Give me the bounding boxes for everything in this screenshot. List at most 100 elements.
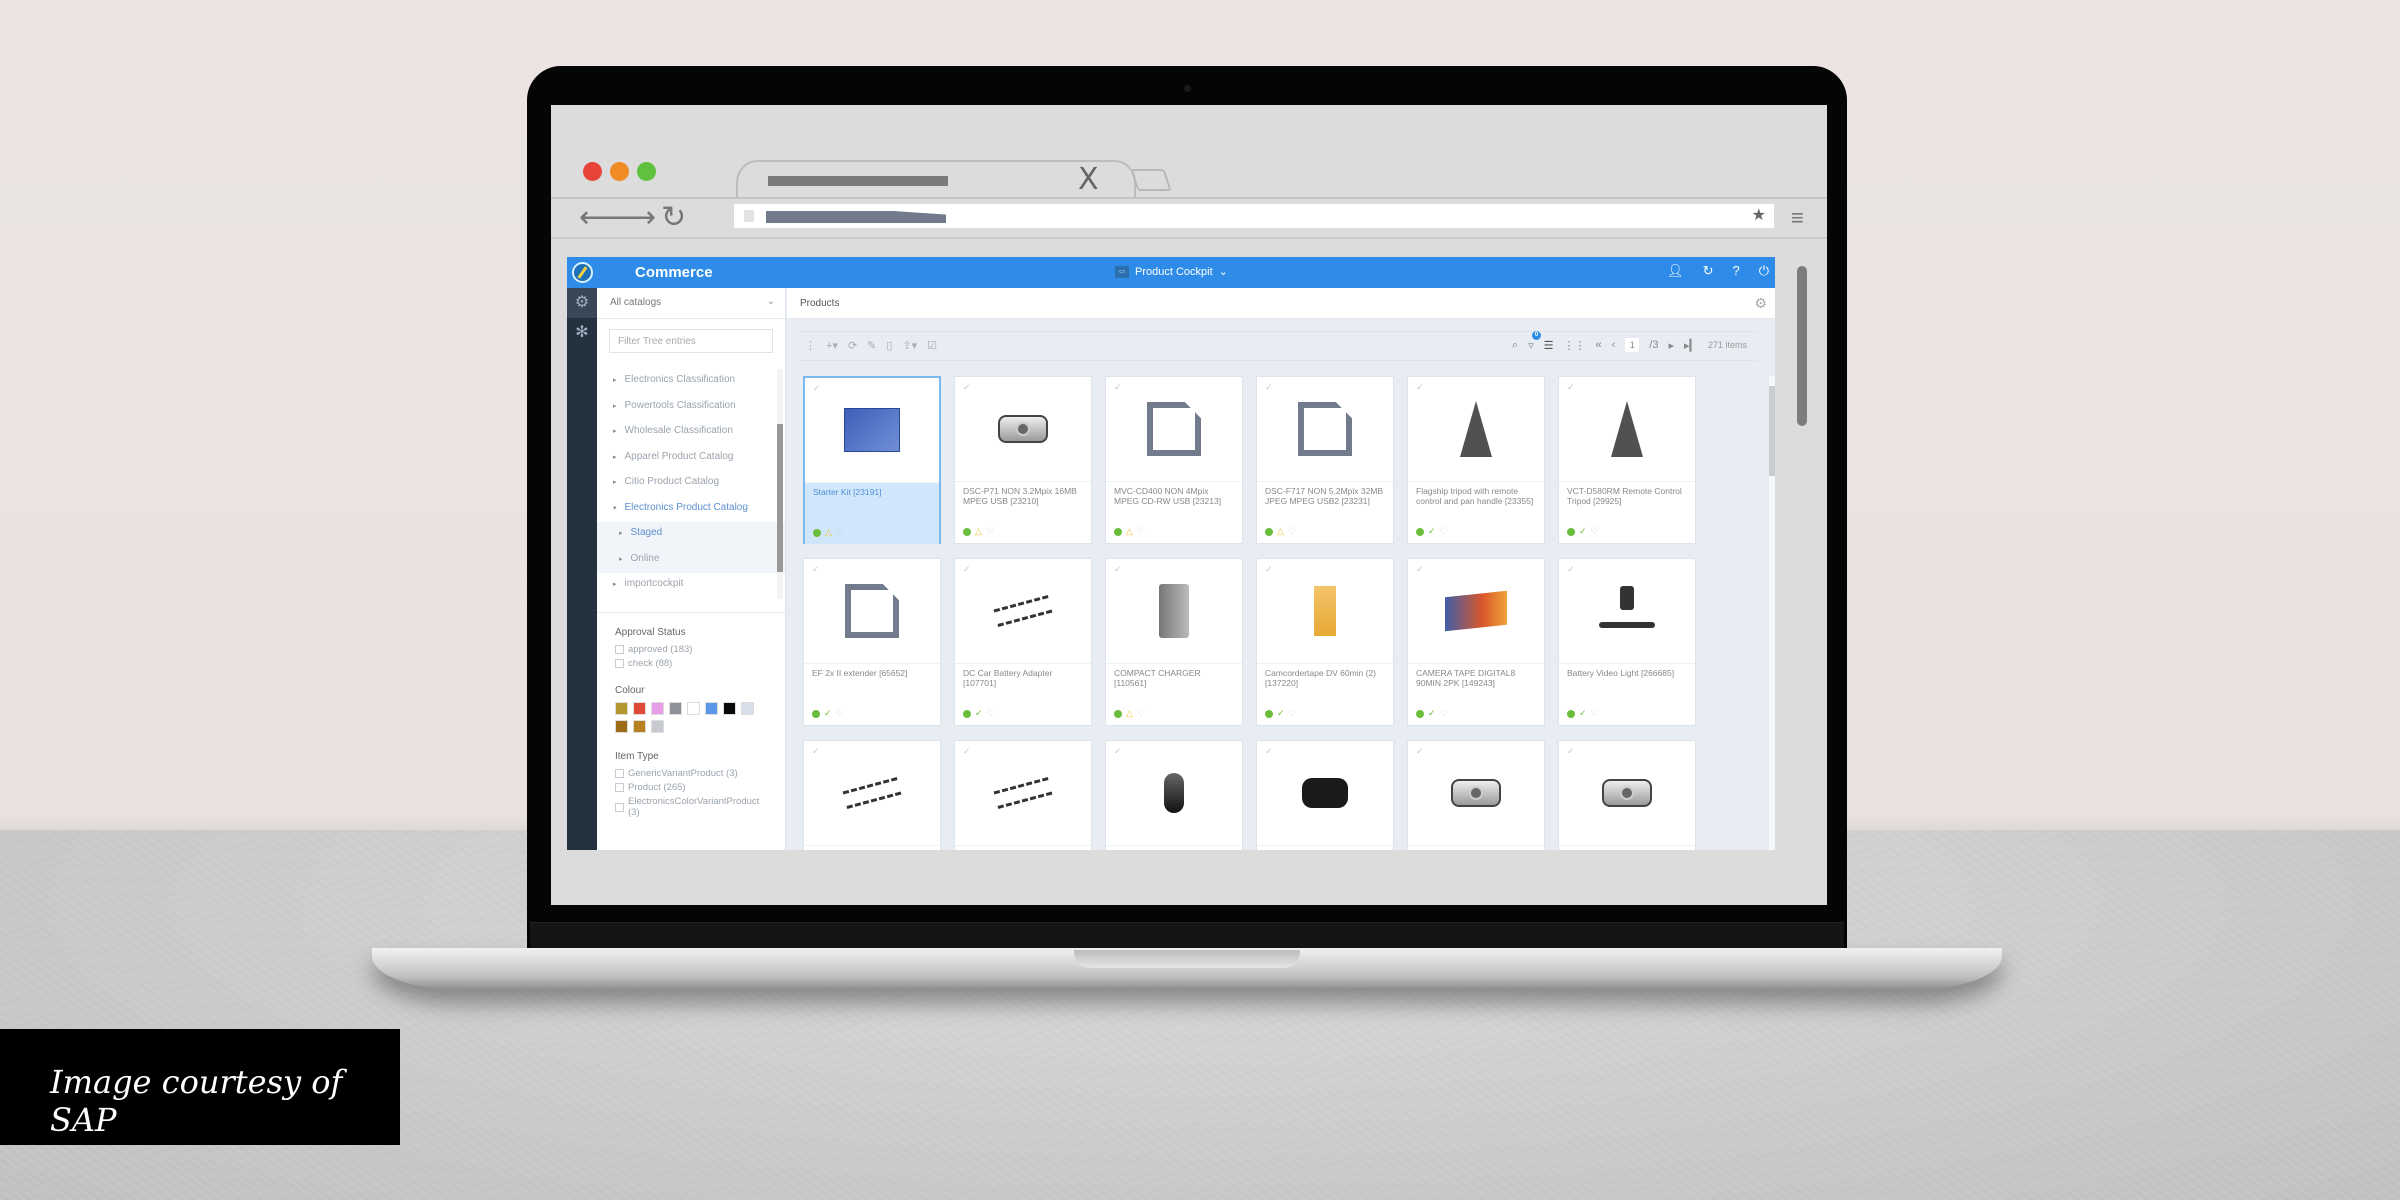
select-checkmark-icon[interactable]: ✓: [1567, 564, 1575, 575]
clone-icon[interactable]: ⟳: [848, 339, 857, 352]
tree-item[interactable]: ▸ Powertools Classification: [597, 395, 785, 421]
caret-right-icon[interactable]: ▸: [619, 527, 623, 548]
facet-option[interactable]: check (88): [615, 658, 767, 669]
tree-item[interactable]: ▸ importcockpit: [597, 573, 785, 599]
filter-button[interactable]: ▿ 0: [1528, 330, 1542, 352]
facet-option[interactable]: GenericVariantProduct (3): [615, 768, 767, 779]
explorer-icon[interactable]: ⚙: [567, 288, 597, 318]
approve-icon[interactable]: ☑: [927, 339, 937, 352]
checkbox[interactable]: [615, 659, 624, 668]
select-checkmark-icon[interactable]: ✓: [1114, 746, 1122, 757]
catalog-select[interactable]: All catalogs ⌄: [597, 288, 785, 319]
product-card[interactable]: ✓: [954, 740, 1092, 850]
product-card[interactable]: ✓ Camcordertape DV 60min (2) [137220] ✓ ♡: [1256, 558, 1394, 726]
colour-swatch[interactable]: [633, 720, 646, 733]
settings-icon[interactable]: ⚙: [1754, 295, 1767, 312]
product-card[interactable]: ✓ Battery Video Light [266685] ✓ ♡: [1558, 558, 1696, 726]
app-logo-icon[interactable]: [572, 262, 593, 283]
caret-right-icon[interactable]: ▸: [619, 553, 623, 574]
prev-page-icon[interactable]: ‹: [1612, 339, 1616, 351]
edit-icon[interactable]: ✎: [867, 339, 876, 352]
select-checkmark-icon[interactable]: ✓: [812, 564, 820, 575]
maximize-window-button[interactable]: [637, 162, 656, 181]
first-page-icon[interactable]: «: [1595, 339, 1601, 351]
delete-icon[interactable]: ▯: [886, 339, 892, 352]
colour-swatch[interactable]: [741, 702, 754, 715]
select-checkmark-icon[interactable]: ✓: [812, 746, 820, 757]
search-icon[interactable]: ⌕: [1512, 339, 1518, 352]
tree-item[interactable]: ▾ Electronics Product Catalog: [597, 497, 785, 523]
colour-swatch[interactable]: [723, 702, 736, 715]
select-checkmark-icon[interactable]: ✓: [1416, 746, 1424, 757]
tree-item[interactable]: ▸ Online: [597, 547, 785, 574]
product-card[interactable]: ✓ DC Car Battery Adapter [107701] ✓ ♡: [954, 558, 1092, 726]
product-card[interactable]: ✓ CAMERA TAPE DIGITAL8 90MIN 2PK [149243]…: [1407, 558, 1545, 726]
colour-swatch[interactable]: [687, 702, 700, 715]
select-checkmark-icon[interactable]: ✓: [813, 383, 821, 394]
checkbox[interactable]: [615, 645, 624, 654]
power-icon[interactable]: ⏻: [1759, 263, 1769, 279]
grid-view-icon[interactable]: ⋮⋮: [1563, 339, 1585, 352]
select-checkmark-icon[interactable]: ✓: [963, 382, 971, 393]
select-checkmark-icon[interactable]: ✓: [1416, 382, 1424, 393]
facet-option[interactable]: ElectronicsColorVariantProduct (3): [615, 796, 767, 818]
tree-scrollbar-thumb[interactable]: [777, 424, 783, 572]
product-card[interactable]: ✓ Starter Kit [23191] △ ♡: [803, 376, 941, 544]
checkbox[interactable]: [615, 783, 624, 792]
close-window-button[interactable]: [583, 162, 602, 181]
tree-item[interactable]: ▸ Apparel Product Catalog: [597, 446, 785, 472]
select-checkmark-icon[interactable]: ✓: [1416, 564, 1424, 575]
select-checkmark-icon[interactable]: ✓: [1265, 382, 1273, 393]
list-view-icon[interactable]: ☰: [1544, 339, 1554, 352]
bookmark-star-icon[interactable]: ★: [1752, 205, 1766, 225]
colour-swatch[interactable]: [651, 702, 664, 715]
help-icon[interactable]: ?: [1732, 263, 1739, 279]
facet-option[interactable]: Product (265): [615, 782, 767, 793]
reload-icon[interactable]: ↻: [661, 200, 686, 235]
select-checkmark-icon[interactable]: ✓: [1567, 746, 1575, 757]
colour-swatch[interactable]: [615, 720, 628, 733]
product-card[interactable]: ✓ MVC-CD400 NON 4Mpix MPEG CD-RW USB [232…: [1105, 376, 1243, 544]
browser-menu-icon[interactable]: ≡: [1791, 205, 1804, 231]
grid-scrollbar[interactable]: [1769, 376, 1775, 850]
product-card[interactable]: ✓: [803, 740, 941, 850]
page-input[interactable]: 1: [1625, 338, 1640, 352]
caret-down-icon[interactable]: ▾: [613, 502, 617, 523]
select-checkmark-icon[interactable]: ✓: [1114, 564, 1122, 575]
select-checkmark-icon[interactable]: ✓: [1567, 382, 1575, 393]
refresh-icon[interactable]: ↻: [1703, 263, 1714, 279]
checkbox[interactable]: [615, 769, 624, 778]
network-icon[interactable]: ✻: [567, 318, 597, 348]
caret-right-icon[interactable]: ▸: [613, 400, 617, 421]
tree-scrollbar[interactable]: [777, 369, 783, 599]
tree-filter-input[interactable]: Filter Tree entries: [609, 329, 773, 353]
colour-swatch[interactable]: [651, 720, 664, 733]
user-icon[interactable]: 👤︎: [1667, 263, 1684, 279]
last-page-icon[interactable]: ▸▎: [1684, 339, 1698, 352]
tree-item[interactable]: ▸ Electronics Classification: [597, 369, 785, 395]
product-card[interactable]: ✓: [1407, 740, 1545, 850]
product-card[interactable]: ✓: [1256, 740, 1394, 850]
new-tab-button[interactable]: [1130, 169, 1172, 191]
product-card[interactable]: ✓ COMPACT CHARGER [110561] △ ♡: [1105, 558, 1243, 726]
caret-right-icon[interactable]: ▸: [613, 425, 617, 446]
export-icon[interactable]: ⇪▾: [902, 339, 917, 352]
colour-swatch[interactable]: [669, 702, 682, 715]
tree-item[interactable]: ▸ Citio Product Catalog: [597, 471, 785, 497]
next-page-icon[interactable]: ▸: [1668, 339, 1674, 352]
tree-item[interactable]: ▸ Staged: [597, 522, 785, 548]
product-card[interactable]: ✓: [1558, 740, 1696, 850]
tree-item[interactable]: ▸ Wholesale Classification: [597, 420, 785, 446]
colour-swatch[interactable]: [705, 702, 718, 715]
select-checkmark-icon[interactable]: ✓: [963, 746, 971, 757]
product-card[interactable]: ✓ Flagship tripod with remote control and…: [1407, 376, 1545, 544]
product-card[interactable]: ✓ DSC-P71 NON 3.2Mpix 16MB MPEG USB [2321…: [954, 376, 1092, 544]
more-icon[interactable]: ⋮: [805, 339, 816, 352]
grid-scrollbar-thumb[interactable]: [1769, 386, 1775, 476]
forward-icon[interactable]: ⟶: [613, 200, 656, 235]
close-tab-icon[interactable]: X: [1078, 162, 1099, 197]
address-bar[interactable]: ★: [734, 204, 1774, 228]
colour-swatch[interactable]: [633, 702, 646, 715]
browser-tab[interactable]: X: [736, 160, 1136, 198]
page-scrollbar[interactable]: [1797, 266, 1807, 426]
